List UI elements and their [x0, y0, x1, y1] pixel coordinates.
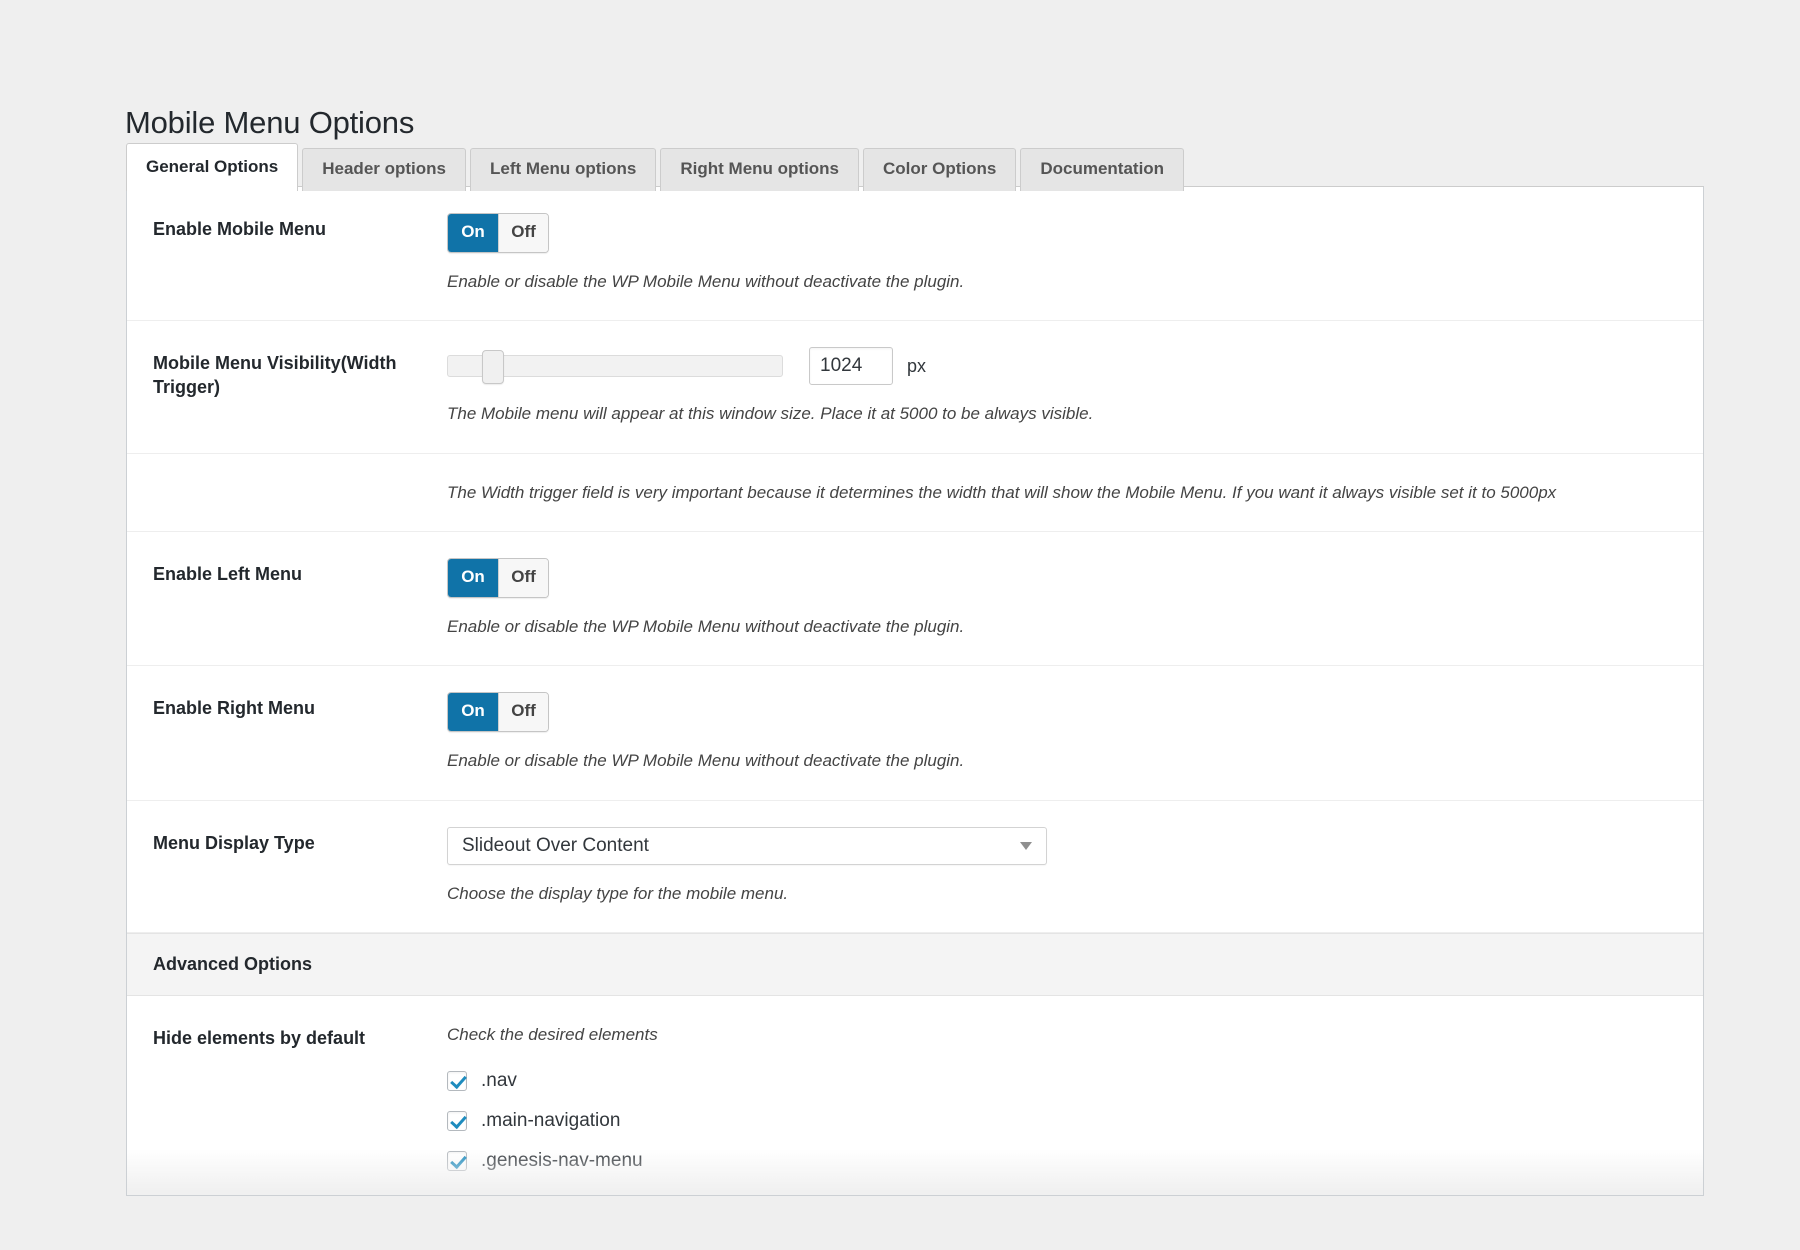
- setting-label: Hide elements by default: [127, 1022, 447, 1172]
- setting-field: Slideout Over Content Choose the display…: [447, 827, 1703, 907]
- checkbox-nav[interactable]: [447, 1071, 467, 1091]
- setting-hint: Enable or disable the WP Mobile Menu wit…: [447, 269, 1673, 295]
- checkbox-genesis-nav-menu[interactable]: [447, 1151, 467, 1171]
- tab-header-options[interactable]: Header options: [302, 148, 466, 191]
- toggle-off-option[interactable]: Off: [498, 214, 548, 252]
- tab-general-options[interactable]: General Options: [126, 143, 298, 191]
- admin-page: Mobile Menu Options General Options Head…: [0, 0, 1800, 1250]
- setting-label: Menu Display Type: [127, 827, 447, 907]
- setting-label: Enable Mobile Menu: [127, 213, 447, 294]
- setting-field: On Off Enable or disable the WP Mobile M…: [447, 558, 1703, 639]
- toggle-on-option[interactable]: On: [448, 693, 498, 731]
- setting-field: The Width trigger field is very importan…: [447, 480, 1703, 506]
- setting-field: On Off Enable or disable the WP Mobile M…: [447, 692, 1703, 773]
- checkbox-main-navigation[interactable]: [447, 1111, 467, 1131]
- list-item[interactable]: .genesis-nav-menu: [447, 1150, 1673, 1172]
- setting-hint: Check the desired elements: [447, 1022, 1673, 1048]
- tab-right-menu-options[interactable]: Right Menu options: [660, 148, 859, 191]
- list-item[interactable]: .main-navigation: [447, 1110, 1673, 1132]
- tab-label: Header options: [322, 159, 446, 178]
- setting-row-hide-elements: Hide elements by default Check the desir…: [127, 996, 1703, 1196]
- setting-row-width-trigger-note: The Width trigger field is very importan…: [127, 454, 1703, 533]
- tab-label: General Options: [146, 157, 278, 176]
- tab-label: Right Menu options: [680, 159, 839, 178]
- setting-hint: Choose the display type for the mobile m…: [447, 881, 1673, 907]
- setting-field: On Off Enable or disable the WP Mobile M…: [447, 213, 1703, 294]
- settings-panel: Enable Mobile Menu On Off Enable or disa…: [126, 186, 1704, 1196]
- checkbox-label: .nav: [481, 1070, 517, 1092]
- setting-label: Mobile Menu Visibility(Width Trigger): [127, 347, 447, 427]
- toggle-off-option[interactable]: Off: [498, 559, 548, 597]
- menu-display-type-select[interactable]: Slideout Over Content: [447, 827, 1047, 865]
- page-title: Mobile Menu Options: [125, 105, 414, 141]
- tab-label: Documentation: [1040, 159, 1164, 178]
- list-item[interactable]: .nav: [447, 1070, 1673, 1092]
- setting-label: Enable Left Menu: [127, 558, 447, 639]
- toggle-on-option[interactable]: On: [448, 559, 498, 597]
- enable-right-menu-toggle[interactable]: On Off: [447, 692, 549, 732]
- setting-field: Check the desired elements .nav .main-na…: [447, 1022, 1703, 1172]
- setting-field: px The Mobile menu will appear at this w…: [447, 347, 1703, 427]
- width-trigger-note: The Width trigger field is very importan…: [447, 480, 1673, 506]
- setting-hint: Enable or disable the WP Mobile Menu wit…: [447, 748, 1673, 774]
- setting-row-width-trigger: Mobile Menu Visibility(Width Trigger) px…: [127, 321, 1703, 454]
- checkbox-label: .main-navigation: [481, 1110, 620, 1132]
- tab-label: Color Options: [883, 159, 996, 178]
- tab-bar: General Options Header options Left Menu…: [126, 142, 1184, 190]
- width-trigger-slider[interactable]: [447, 355, 783, 377]
- select-value: Slideout Over Content: [462, 835, 649, 857]
- toggle-off-option[interactable]: Off: [498, 693, 548, 731]
- slider-handle[interactable]: [482, 350, 504, 384]
- setting-row-enable-right-menu: Enable Right Menu On Off Enable or disab…: [127, 666, 1703, 800]
- setting-label-empty: [127, 480, 447, 506]
- toggle-on-option[interactable]: On: [448, 214, 498, 252]
- checkbox-label: .genesis-nav-menu: [481, 1150, 643, 1172]
- setting-label: Enable Right Menu: [127, 692, 447, 773]
- width-trigger-unit: px: [907, 356, 926, 377]
- setting-hint: The Mobile menu will appear at this wind…: [447, 401, 1673, 427]
- tab-label: Left Menu options: [490, 159, 636, 178]
- tab-left-menu-options[interactable]: Left Menu options: [470, 148, 656, 191]
- setting-row-enable-mobile-menu: Enable Mobile Menu On Off Enable or disa…: [127, 187, 1703, 321]
- chevron-down-icon: [1020, 842, 1032, 850]
- setting-row-menu-display-type: Menu Display Type Slideout Over Content …: [127, 801, 1703, 934]
- setting-row-enable-left-menu: Enable Left Menu On Off Enable or disabl…: [127, 532, 1703, 666]
- tab-color-options[interactable]: Color Options: [863, 148, 1016, 191]
- tab-documentation[interactable]: Documentation: [1020, 148, 1184, 191]
- hide-elements-checkbox-list: .nav .main-navigation .genesis-nav-menu: [447, 1070, 1673, 1172]
- enable-left-menu-toggle[interactable]: On Off: [447, 558, 549, 598]
- enable-mobile-menu-toggle[interactable]: On Off: [447, 213, 549, 253]
- width-trigger-control: px: [447, 347, 1673, 385]
- setting-hint: Enable or disable the WP Mobile Menu wit…: [447, 614, 1673, 640]
- width-trigger-input[interactable]: [809, 347, 893, 385]
- section-header-advanced-options: Advanced Options: [127, 933, 1703, 996]
